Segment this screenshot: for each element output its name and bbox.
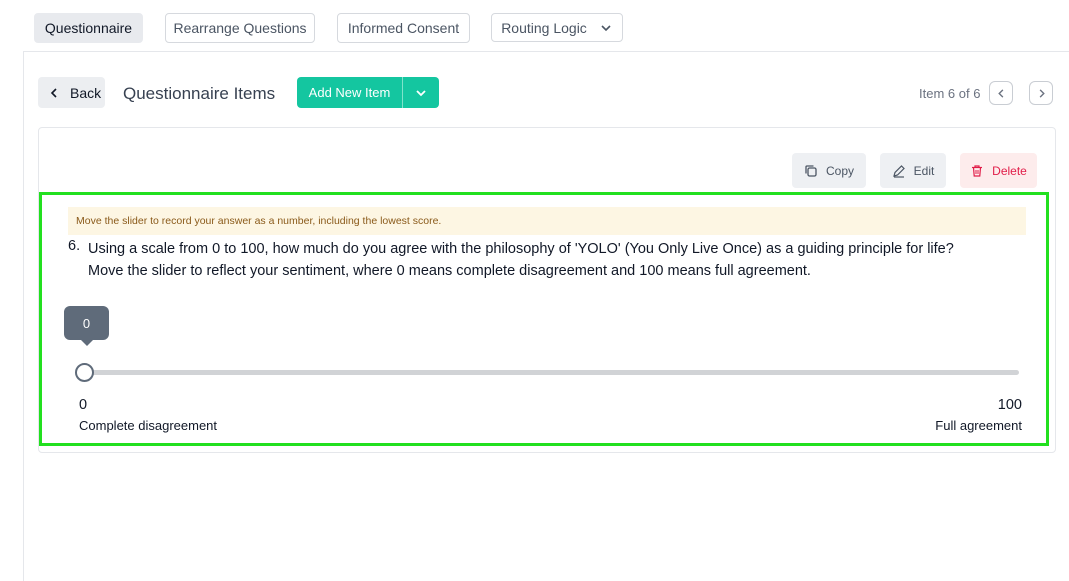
slider-thumb[interactable] [74, 363, 94, 382]
tab-rearrange-questions[interactable]: Rearrange Questions [165, 13, 315, 43]
question-text-line: Using a scale from 0 to 100, how much do… [88, 241, 954, 257]
chevron-left-icon [50, 87, 57, 98]
slider-track[interactable] [84, 370, 1019, 375]
delete-button[interactable]: Delete [960, 153, 1037, 188]
tab-label: Routing Logic [501, 19, 587, 36]
page-title: Questionnaire Items [123, 84, 276, 103]
question-text: Using a scale from 0 to 100, how much do… [88, 238, 1018, 282]
slider-min-label: Complete disagreement [79, 418, 218, 433]
slider-value-bubble: 0 [64, 306, 109, 346]
copy-button[interactable]: Copy [792, 153, 866, 188]
tab-label: Rearrange Questions [173, 20, 307, 36]
chevron-down-icon [601, 24, 611, 31]
tab-informed-consent[interactable]: Informed Consent [337, 13, 470, 43]
question-text-line: Move the slider to reflect your sentimen… [88, 263, 811, 279]
slider-max-label: Full agreement [935, 418, 1022, 433]
copy-label: Copy [825, 163, 854, 178]
tab-label: Informed Consent [347, 20, 460, 36]
item-counter: Item 6 of 6 [919, 86, 981, 101]
chevron-right-icon [1039, 88, 1045, 98]
question-hint: Move the slider to record your answer as… [68, 207, 1026, 235]
edit-label: Edit [913, 163, 935, 178]
add-item-dropdown-button[interactable] [402, 77, 439, 108]
add-item-group: Add New Item [297, 77, 439, 108]
trash-icon [972, 164, 983, 177]
chevron-left-icon [997, 88, 1003, 98]
question-number: 6. [68, 238, 81, 254]
tab-questionnaire[interactable]: Questionnaire [34, 13, 143, 43]
next-item-button[interactable] [1029, 81, 1053, 105]
pencil-icon [892, 164, 905, 178]
tab-routing-logic[interactable]: Routing Logic [491, 13, 623, 42]
copy-icon [805, 164, 817, 177]
delete-label: Delete [992, 163, 1027, 178]
back-label: Back [70, 84, 102, 101]
chevron-down-icon [416, 89, 426, 96]
back-button[interactable]: Back [38, 77, 105, 108]
tab-label: Questionnaire [44, 20, 133, 36]
prev-item-button[interactable] [989, 81, 1013, 105]
slider-max-value: 100 [997, 397, 1022, 413]
edit-button[interactable]: Edit [880, 153, 946, 188]
add-new-item-button[interactable]: Add New Item [297, 77, 402, 108]
slider-min-value: 0 [79, 397, 88, 413]
